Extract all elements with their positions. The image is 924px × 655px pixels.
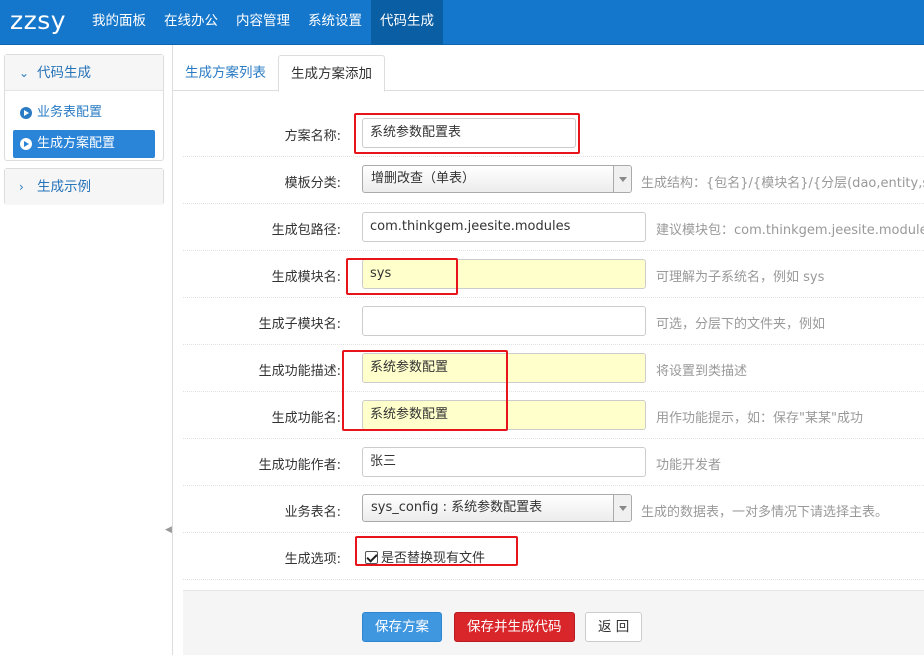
form-row-package: 生成包路径: com.thinkgem.jeesite.modules 建议模块… xyxy=(183,204,924,251)
form-help: 生成的数据表，一对多情况下请选择主表。 xyxy=(641,505,889,520)
form-row-scheme-name: 方案名称: 系统参数配置表 xyxy=(183,110,924,157)
nav-office[interactable]: 在线办公 xyxy=(155,0,227,45)
form-row-module: 生成模块名: sys 可理解为子系统名，例如 sys xyxy=(183,251,924,298)
nav-dashboard[interactable]: 我的面板 xyxy=(83,0,155,45)
top-navbar: zzsy 我的面板 在线办公 内容管理 系统设置 代码生成 xyxy=(0,0,924,45)
form-help: 将设置到类描述 xyxy=(656,364,748,379)
form-help: 生成结构：{包名}/{模块名}/{分层(dao,entity,service xyxy=(641,176,924,191)
collapse-arrow-icon[interactable]: ◀ xyxy=(165,525,172,537)
save-and-generate-button[interactable]: 保存并生成代码 xyxy=(454,612,575,642)
function-desc-input[interactable]: 系统参数配置 xyxy=(362,353,646,383)
sidebar-item-scheme-config[interactable]: 生成方案配置 xyxy=(13,130,155,158)
tab-scheme-add[interactable]: 生成方案添加 xyxy=(278,55,385,92)
back-button[interactable]: 返 回 xyxy=(585,612,643,642)
form-row-options: 生成选项: 是否替换现有文件 xyxy=(183,533,924,580)
form-label: 生成功能描述: xyxy=(258,364,341,379)
sidebar-item-label: 生成方案配置 xyxy=(37,136,116,151)
template-select[interactable]: 增删改查（单表） xyxy=(362,165,632,193)
sidebar-item-label: 业务表配置 xyxy=(37,105,103,120)
circle-arrow-icon xyxy=(20,107,32,119)
sub-module-input[interactable] xyxy=(362,306,646,336)
template-select-value: 增删改查（单表） xyxy=(371,171,476,186)
dropdown-arrow-icon xyxy=(613,166,631,192)
chevron-down-icon: ⌄ xyxy=(19,66,30,80)
form-label: 生成子模块名: xyxy=(258,317,341,332)
form-row-table: 业务表名: sys_config : 系统参数配置表 生成的数据表，一对多情况下… xyxy=(183,486,924,533)
form-actions: 保存方案 保存并生成代码 返 回 xyxy=(183,590,924,655)
sidebar-group-codegen: ⌄ 代码生成 业务表配置 生成方案配置 xyxy=(4,54,164,161)
form-label: 生成功能作者: xyxy=(258,458,341,473)
nav-codegen[interactable]: 代码生成 xyxy=(371,0,443,45)
sidebar-group-header[interactable]: › 生成示例 xyxy=(5,169,163,205)
sidebar-group-examples: › 生成示例 xyxy=(4,168,164,205)
form-row-function-desc: 生成功能描述: 系统参数配置 将设置到类描述 xyxy=(183,345,924,392)
replace-files-checkbox[interactable] xyxy=(365,551,378,564)
table-select[interactable]: sys_config : 系统参数配置表 xyxy=(362,494,632,522)
sidebar-group-title: 代码生成 xyxy=(37,65,91,81)
form-label: 模板分类: xyxy=(284,176,341,191)
dropdown-arrow-icon xyxy=(613,495,631,521)
table-select-value: sys_config : 系统参数配置表 xyxy=(371,500,543,515)
scheme-name-input[interactable]: 系统参数配置表 xyxy=(362,118,576,148)
sidebar-item-table-config[interactable]: 业务表配置 xyxy=(13,99,155,127)
form-label: 方案名称: xyxy=(284,129,341,144)
author-input[interactable]: 张三 xyxy=(362,447,646,477)
form-label: 生成模块名: xyxy=(271,270,341,285)
form-label: 生成选项: xyxy=(284,552,341,567)
form-help: 可选，分层下的文件夹，例如 xyxy=(656,317,826,332)
form-help: 用作功能提示，如：保存"某某"成功 xyxy=(656,411,863,426)
replace-files-option[interactable]: 是否替换现有文件 xyxy=(365,547,485,566)
form-help: 建议模块包：com.thinkgem.jeesite.modules xyxy=(656,223,924,238)
form-help: 功能开发者 xyxy=(656,458,722,473)
sidebar-group-title: 生成示例 xyxy=(37,179,91,195)
tab-bar: 生成方案列表 生成方案添加 xyxy=(173,55,924,92)
form-label: 生成包路径: xyxy=(271,223,341,238)
circle-arrow-icon xyxy=(20,138,32,150)
sidebar-group-header[interactable]: ⌄ 代码生成 xyxy=(5,55,163,91)
nav-settings[interactable]: 系统设置 xyxy=(299,0,371,45)
form-label: 业务表名: xyxy=(284,505,341,520)
form-label: 生成功能名: xyxy=(271,411,341,426)
main-nav: 我的面板 在线办公 内容管理 系统设置 代码生成 xyxy=(83,0,443,45)
checkbox-label: 是否替换现有文件 xyxy=(381,551,486,566)
module-input[interactable]: sys xyxy=(362,259,646,289)
function-name-input[interactable]: 系统参数配置 xyxy=(362,400,646,430)
form-row-function-name: 生成功能名: 系统参数配置 用作功能提示，如：保存"某某"成功 xyxy=(183,392,924,439)
form-row-template: 模板分类: 增删改查（单表） 生成结构：{包名}/{模块名}/{分层(dao,e… xyxy=(183,157,924,204)
package-input[interactable]: com.thinkgem.jeesite.modules xyxy=(362,212,646,242)
nav-content[interactable]: 内容管理 xyxy=(227,0,299,45)
brand-logo[interactable]: zzsy xyxy=(10,6,66,35)
save-scheme-button[interactable]: 保存方案 xyxy=(362,612,442,642)
form-row-author: 生成功能作者: 张三 功能开发者 xyxy=(183,439,924,486)
sidebar: ⌄ 代码生成 业务表配置 生成方案配置 › 生成示例 ◀ xyxy=(0,45,173,655)
form-help: 可理解为子系统名，例如 sys xyxy=(656,270,825,285)
form-row-sub-module: 生成子模块名: 可选，分层下的文件夹，例如 xyxy=(183,298,924,345)
chevron-right-icon: › xyxy=(19,180,24,194)
tab-scheme-list[interactable]: 生成方案列表 xyxy=(173,55,278,91)
